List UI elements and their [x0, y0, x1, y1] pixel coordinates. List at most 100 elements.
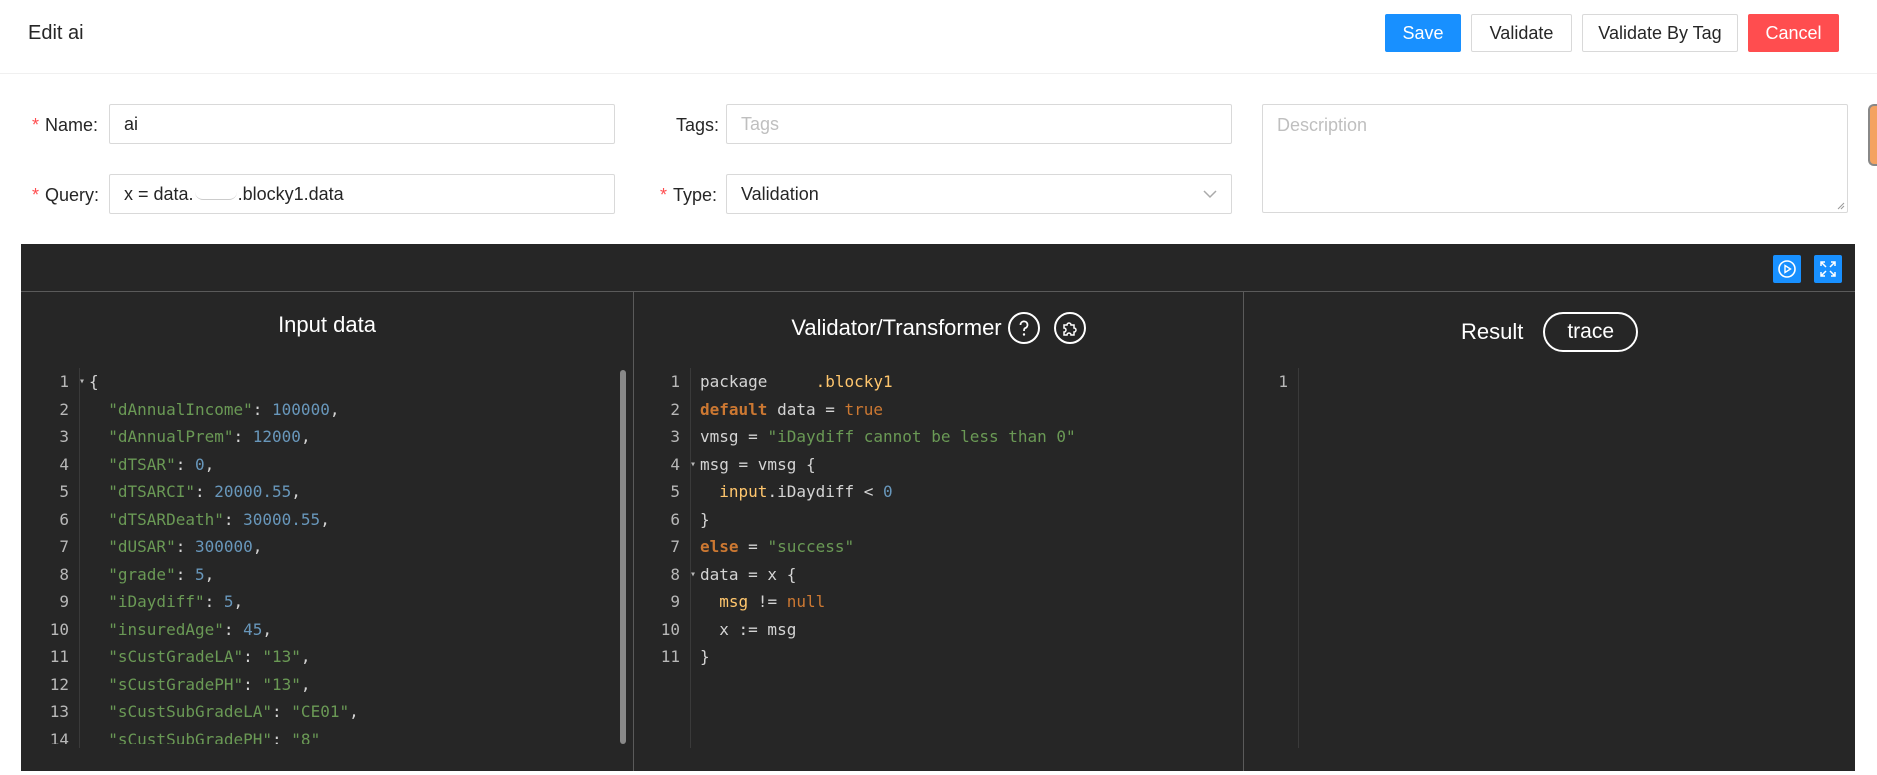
- code-token: .iDaydiff <: [767, 482, 884, 501]
- code-token: 0: [194, 454, 205, 474]
- result-code-editor[interactable]: 1: [1244, 368, 1844, 396]
- code-text: "dTSARDeath": 30000.55,: [75, 506, 330, 534]
- resize-handle-icon[interactable]: [1835, 200, 1845, 210]
- description-textarea[interactable]: Description: [1262, 104, 1848, 213]
- code-line[interactable]: 5 input.iDaydiff < 0: [634, 478, 1234, 506]
- code-line[interactable]: 3 "dAnnualPrem": 12000,: [21, 423, 621, 451]
- code-token: =: [738, 537, 768, 556]
- tags-input[interactable]: Tags: [726, 104, 1232, 144]
- code-line[interactable]: 13 "sCustSubGradeLA": "CE01",: [21, 698, 621, 726]
- code-text: "dTSAR": 0,: [75, 451, 214, 479]
- code-line[interactable]: 7 "dUSAR": 300000,: [21, 533, 621, 561]
- code-token: input: [719, 482, 768, 501]
- code-line[interactable]: 11 "sCustGradeLA": "13",: [21, 643, 621, 671]
- code-token: ,: [252, 537, 263, 556]
- code-token: .blocky1: [815, 372, 893, 391]
- code-line[interactable]: 6 "dTSARDeath": 30000.55,: [21, 506, 621, 534]
- code-token: "dAnnualIncome": [108, 399, 253, 419]
- code-token: ,: [300, 647, 311, 666]
- type-select[interactable]: Validation: [726, 174, 1232, 214]
- fold-arrow-icon[interactable]: ▾: [690, 451, 696, 479]
- redacted-mark: [194, 188, 237, 200]
- code-line[interactable]: 1 package .blocky1: [634, 368, 1234, 396]
- code-line[interactable]: 1: [1244, 368, 1844, 396]
- code-token: !=: [748, 592, 787, 611]
- code-line[interactable]: 12 "sCustGradePH": "13",: [21, 671, 621, 699]
- plugin-button[interactable]: [1053, 312, 1086, 344]
- code-line[interactable]: 3 vmsg = "iDaydiff cannot be less than 0": [634, 423, 1234, 451]
- question-circle-icon: [1019, 320, 1029, 336]
- code-line[interactable]: 4 "dTSAR": 0,: [21, 451, 621, 479]
- code-line[interactable]: 14 "sCustSubGradePH": "8": [21, 726, 621, 745]
- validator-code-editor[interactable]: 1 package .blocky1 2 default data = true 3 vm…: [634, 368, 1234, 671]
- run-button[interactable]: [1773, 255, 1801, 283]
- code-token: ,: [291, 482, 301, 501]
- code-token: "iDaydiff cannot be less than 0": [767, 427, 1076, 446]
- line-number: 10: [49, 619, 69, 639]
- line-number: 4: [59, 454, 69, 474]
- code-line[interactable]: 11}: [634, 643, 1234, 671]
- code-line[interactable]: 8 "grade": 5,: [21, 561, 621, 589]
- code-token: 20000.55: [214, 482, 292, 501]
- code-line[interactable]: 10 x := msg: [634, 616, 1234, 644]
- code-token: ,: [204, 454, 215, 474]
- code-line[interactable]: 6}: [634, 506, 1234, 534]
- page-scrollbar[interactable]: [1868, 104, 1877, 166]
- code-line[interactable]: 9 "iDaydiff": 5,: [21, 588, 621, 616]
- line-number: 1: [670, 372, 680, 391]
- code-token: 0: [883, 482, 893, 501]
- code-line[interactable]: 5 "dTSARCI": 20000.55,: [21, 478, 621, 506]
- code-text: input.iDaydiff < 0: [686, 478, 893, 506]
- query-label: * Query:: [32, 185, 100, 205]
- code-text: "iDaydiff": 5,: [75, 588, 243, 616]
- trace-button[interactable]: trace: [1543, 312, 1639, 352]
- code-line[interactable]: 2 "dAnnualIncome": 100000,: [21, 396, 621, 424]
- code-token: :: [272, 729, 292, 745]
- code-line[interactable]: 10 "insuredAge": 45,: [21, 616, 621, 644]
- code-line[interactable]: 7 else = "success": [634, 533, 1234, 561]
- validate-button[interactable]: Validate: [1471, 14, 1572, 52]
- code-token: "dAnnualPrem": [108, 427, 234, 446]
- validator-panel-title: Validator/Transformer: [634, 312, 1243, 344]
- query-input[interactable]: x = data. .blocky1.data: [109, 174, 615, 214]
- name-input[interactable]: ai: [109, 104, 615, 144]
- validate-by-tag-button[interactable]: Validate By Tag: [1582, 14, 1738, 52]
- validator-title-text: Validator/Transformer: [791, 315, 1002, 340]
- code-text: "dAnnualPrem": 12000,: [75, 423, 310, 451]
- code-line[interactable]: 2 default data = true: [634, 396, 1234, 424]
- chevron-down-icon: [1203, 189, 1217, 198]
- name-label: * Name:: [32, 115, 99, 135]
- fold-arrow-icon[interactable]: ▾: [79, 368, 85, 396]
- code-token: :: [194, 482, 215, 501]
- code-line[interactable]: 1 ▾{: [21, 368, 621, 396]
- help-button[interactable]: [1007, 312, 1040, 344]
- fold-arrow-icon[interactable]: ▾: [690, 561, 696, 589]
- line-number: 2: [59, 399, 69, 419]
- fullscreen-button[interactable]: [1814, 255, 1842, 283]
- code-line[interactable]: 9 msg != null: [634, 588, 1234, 616]
- result-panel: Result trace 1: [1244, 292, 1855, 771]
- code-token: 300000: [194, 537, 253, 556]
- input-code-editor[interactable]: 1 ▾{2 "dAnnualIncome": 100000, 3 "dAnnualP…: [21, 368, 621, 744]
- code-token: "13": [262, 674, 301, 694]
- fullscreen-icon: [1820, 261, 1836, 277]
- code-line[interactable]: 4 ▾ msg = vmsg {: [634, 451, 1234, 479]
- code-token: :: [243, 647, 263, 666]
- code-token: :: [175, 564, 195, 584]
- code-text: "sCustSubGradePH": "8": [75, 726, 320, 745]
- code-token: null: [786, 592, 826, 611]
- cancel-button[interactable]: Cancel: [1748, 14, 1839, 52]
- code-token: :: [223, 509, 244, 529]
- code-text: msg = vmsg {: [686, 451, 816, 479]
- code-line[interactable]: 8 ▾ data = x {: [634, 561, 1234, 589]
- code-token: "sCustSubGradePH": [108, 729, 273, 745]
- line-number: 12: [49, 674, 69, 694]
- code-token: ,: [233, 592, 244, 611]
- code-token: else: [700, 537, 739, 556]
- input-editor-scrollbar[interactable]: [620, 370, 626, 744]
- save-button[interactable]: Save: [1385, 14, 1461, 52]
- validator-panel: Validator/Transformer 1 package .blocky1 2…: [634, 292, 1244, 771]
